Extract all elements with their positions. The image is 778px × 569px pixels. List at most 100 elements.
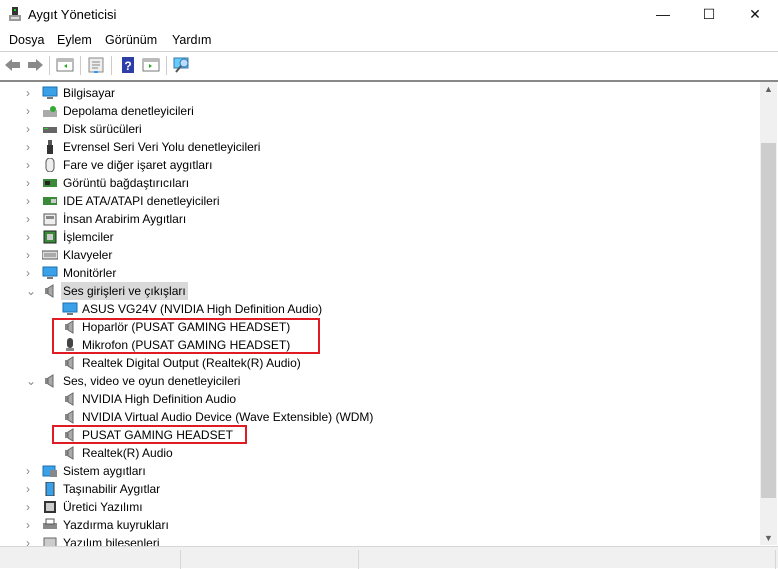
svg-text:?: ? [124,59,131,73]
usb-icon [47,140,53,154]
tree-item-label: Ses, video ve oyun denetleyicileri [63,374,241,388]
scan-hardware-icon[interactable] [173,56,191,74]
tree-item[interactable]: › Fare ve diğer işaret aygıtları [0,156,758,174]
tree-item-label: NVIDIA Virtual Audio Device (Wave Extens… [82,410,374,424]
tree-item[interactable]: › İşlemciler [0,228,758,246]
speaker-icon [65,410,74,424]
display-adapter-icon [43,179,57,187]
help-icon[interactable]: ? [119,56,137,74]
tree-item-label: Disk sürücüleri [63,122,142,136]
chevron-right-icon[interactable]: › [26,195,34,207]
chevron-right-icon[interactable]: › [26,213,34,225]
back-icon[interactable] [4,56,22,74]
tree-item[interactable]: ⌄ Ses, video ve oyun denetleyicileri [0,372,758,390]
vertical-scrollbar[interactable]: ▲ ▼ [760,82,777,545]
tree-item[interactable]: › Disk sürücüleri [0,120,758,138]
show-hide-tree-icon[interactable] [56,56,74,74]
tree-item-label: Yazdırma kuyrukları [63,518,169,532]
chevron-right-icon[interactable]: › [26,465,34,477]
tree-item[interactable]: › Bilgisayar [0,84,758,102]
tree-item[interactable]: › Evrensel Seri Veri Yolu denetleyicileri [0,138,758,156]
chevron-right-icon[interactable]: › [26,141,34,153]
chevron-right-icon[interactable]: › [26,267,34,279]
tree-item-label: Realtek Digital Output (Realtek(R) Audio… [82,356,301,370]
tree-item-label: İnsan Arabirim Aygıtları [63,212,187,226]
scroll-down-arrow-icon[interactable]: ▼ [760,533,777,543]
tree-item[interactable]: › IDE ATA/ATAPI denetleyicileri [0,192,758,210]
keyboard-icon [42,250,58,260]
status-divider [180,550,181,569]
tree-item[interactable]: › İnsan Arabirim Aygıtları [0,210,758,228]
storage-icon [43,106,57,117]
tree-item[interactable]: › Yazdırma kuyrukları [0,516,758,534]
chevron-right-icon[interactable]: › [26,501,34,513]
tree-item-label: NVIDIA High Definition Audio [82,392,237,406]
status-bar [0,546,778,569]
highlight-box [52,425,247,444]
chevron-right-icon[interactable]: › [26,177,34,189]
scroll-up-arrow-icon[interactable]: ▲ [760,84,777,94]
menu-dosya[interactable]: Dosya [9,33,44,47]
minimize-button[interactable]: — [640,0,686,30]
chevron-right-icon[interactable]: › [26,123,34,135]
tree-item-label: Ses girişleri ve çıkışları [61,282,188,300]
chevron-right-icon[interactable]: › [26,105,34,117]
chevron-right-icon[interactable]: › [26,249,34,261]
monitor-icon [42,266,58,279]
menu-gorunum[interactable]: Görünüm [105,33,157,47]
tree-item[interactable]: ⌄ Ses girişleri ve çıkışları [0,282,758,300]
tree-item[interactable]: › Klavyeler [0,246,758,264]
chevron-right-icon[interactable]: › [26,159,34,171]
chevron-right-icon[interactable]: › [26,231,34,243]
tree-item[interactable]: NVIDIA Virtual Audio Device (Wave Extens… [0,408,758,426]
tree-item[interactable]: › Monitörler [0,264,758,282]
menu-bar: Dosya Eylem Görünüm Yardım [0,30,778,50]
tree-item[interactable]: NVIDIA High Definition Audio [0,390,758,408]
device-manager-icon [9,7,21,21]
tree-item[interactable]: Realtek Digital Output (Realtek(R) Audio… [0,354,758,372]
tree-item-label: Taşınabilir Aygıtlar [63,482,161,496]
tree-item-label: Sistem aygıtları [63,464,146,478]
scrollbar-thumb[interactable] [761,143,776,498]
tree-item-label: Depolama denetleyicileri [63,104,194,118]
chevron-down-icon[interactable]: ⌄ [26,285,36,297]
chevron-right-icon[interactable]: › [26,87,34,99]
monitor-icon [62,302,78,315]
maximize-button[interactable]: ☐ [686,0,732,30]
tree-item-label: Realtek(R) Audio [82,446,173,460]
tree-item[interactable]: Realtek(R) Audio [0,444,758,462]
tree-item[interactable]: › Depolama denetleyicileri [0,102,758,120]
tree-item-label: Bilgisayar [63,86,116,100]
tree-item[interactable]: › Sistem aygıtları [0,462,758,480]
tree-item[interactable]: › Taşınabilir Aygıtlar [0,480,758,498]
system-icon [42,465,57,477]
forward-icon[interactable] [26,56,44,74]
chevron-right-icon[interactable]: › [26,483,34,495]
tree-item-label: ASUS VG24V (NVIDIA High Definition Audio… [82,302,323,316]
processor-icon [43,230,57,244]
speaker-icon [65,392,74,406]
action-pane-icon[interactable] [142,56,160,74]
toolbar-separator [80,56,81,75]
menu-eylem[interactable]: Eylem [57,33,92,47]
highlight-box [52,318,320,354]
speaker-icon [65,356,74,370]
firmware-icon [44,501,56,513]
menu-yardim[interactable]: Yardım [172,33,211,47]
tree-item-label: İşlemciler [63,230,114,244]
mouse-icon [45,158,55,172]
close-button[interactable]: ✕ [732,0,778,30]
tree-item[interactable]: › Görüntü bağdaştırıcıları [0,174,758,192]
properties-icon[interactable] [87,56,105,74]
tree-item-label: Görüntü bağdaştırıcıları [63,176,190,190]
tree-item-label: Evrensel Seri Veri Yolu denetleyicileri [63,140,261,154]
disk-icon [43,127,57,133]
chevron-down-icon[interactable]: ⌄ [26,375,36,387]
tree-item[interactable]: › Üretici Yazılımı [0,498,758,516]
chevron-right-icon[interactable]: › [26,519,34,531]
title-bar: Aygıt Yöneticisi — ☐ ✕ [0,0,778,30]
tree-item-label: Monitörler [63,266,117,280]
tree-item[interactable]: ASUS VG24V (NVIDIA High Definition Audio… [0,300,758,318]
tree-item-label: Klavyeler [63,248,113,262]
portable-icon [45,482,55,496]
